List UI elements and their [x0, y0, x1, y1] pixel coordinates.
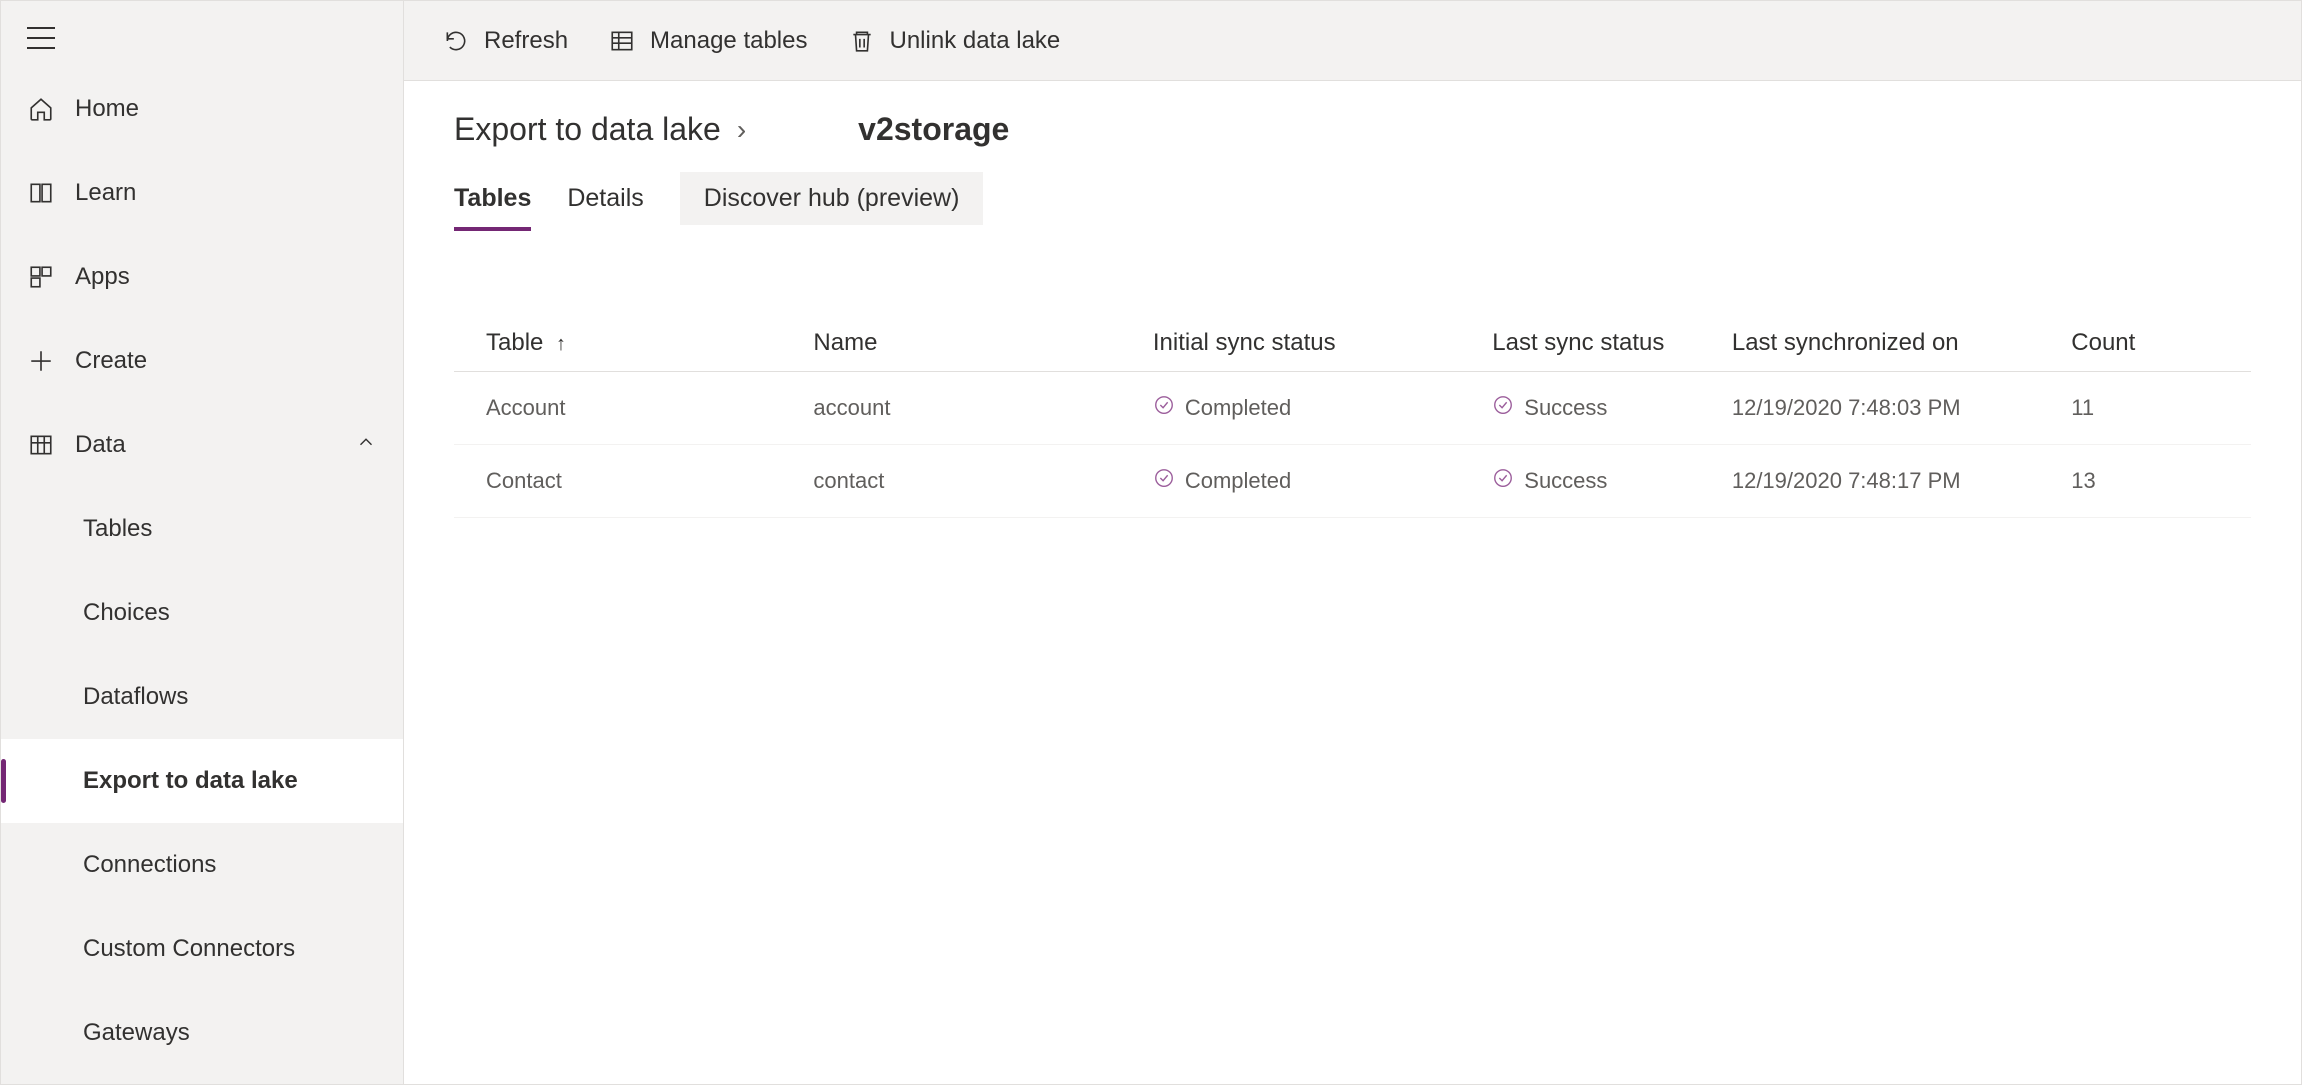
toolbar-label: Refresh	[484, 27, 568, 55]
sidebar-item-apps[interactable]: Apps	[1, 235, 403, 319]
checkmark-circle-icon	[1492, 467, 1514, 495]
trash-icon	[848, 27, 876, 55]
command-bar: Refresh Manage tables Unlink data lake	[404, 1, 2301, 81]
cell-last-sync: Success	[1472, 445, 1712, 518]
sidebar-item-create[interactable]: Create	[1, 319, 403, 403]
tab-discover-hub[interactable]: Discover hub (preview)	[680, 172, 984, 225]
sidebar-subitem-label: Custom Connectors	[83, 935, 295, 963]
cell-table: Contact	[454, 445, 793, 518]
sidebar-subitem-label: Gateways	[83, 1019, 190, 1047]
breadcrumb-current: v2storage	[858, 111, 1009, 148]
breadcrumb-redacted-prefix	[762, 115, 842, 145]
column-header-count[interactable]: Count	[2051, 315, 2251, 372]
column-header-last-synchronized-on[interactable]: Last synchronized on	[1712, 315, 2051, 372]
column-header-last-sync[interactable]: Last sync status	[1472, 315, 1712, 372]
table-icon	[27, 431, 55, 459]
sidebar-subitem-label: Choices	[83, 599, 170, 627]
sidebar-item-home[interactable]: Home	[1, 67, 403, 151]
cell-initial-sync: Completed	[1133, 372, 1472, 445]
cell-last-synced-on: 12/19/2020 7:48:17 PM	[1712, 445, 2051, 518]
column-header-initial-sync[interactable]: Initial sync status	[1133, 315, 1472, 372]
table-row[interactable]: Contact contact Completed	[454, 445, 2251, 518]
unlink-data-lake-button[interactable]: Unlink data lake	[848, 27, 1061, 55]
sidebar-item-label: Learn	[75, 179, 136, 207]
sidebar-subitem-connections[interactable]: Connections	[1, 823, 403, 907]
cell-count: 11	[2051, 372, 2251, 445]
sort-ascending-icon: ↑	[556, 333, 566, 355]
cell-last-synced-on: 12/19/2020 7:48:03 PM	[1712, 372, 2051, 445]
sidebar-item-label: Home	[75, 95, 139, 123]
sidebar-subitem-choices[interactable]: Choices	[1, 571, 403, 655]
tab-list: Tables Details Discover hub (preview)	[454, 172, 2251, 225]
column-header-table[interactable]: Table ↑	[454, 315, 793, 372]
sidebar-subitem-tables[interactable]: Tables	[1, 487, 403, 571]
toolbar-label: Manage tables	[650, 27, 807, 55]
sidebar-subitem-export-to-data-lake[interactable]: Export to data lake	[1, 739, 403, 823]
sidebar-subitem-label: Export to data lake	[83, 767, 298, 795]
sidebar-item-label: Create	[75, 347, 147, 375]
tab-label: Tables	[454, 184, 531, 212]
sidebar: Home Learn Apps Create Data Tables Choic…	[1, 1, 404, 1084]
chevron-up-icon	[355, 431, 377, 460]
refresh-button[interactable]: Refresh	[442, 27, 568, 55]
sidebar-subitem-label: Connections	[83, 851, 216, 879]
cell-initial-sync: Completed	[1133, 445, 1472, 518]
content-area: Export to data lake › v2storage Tables D…	[404, 81, 2301, 1084]
checkmark-circle-icon	[1153, 394, 1175, 422]
table-header-row: Table ↑ Name Initial sync status Last sy…	[454, 315, 2251, 372]
table-row[interactable]: Account account Completed	[454, 372, 2251, 445]
hamburger-menu-button[interactable]	[27, 27, 55, 49]
cell-last-sync: Success	[1472, 372, 1712, 445]
toolbar-label: Unlink data lake	[890, 27, 1061, 55]
checkmark-circle-icon	[1153, 467, 1175, 495]
tab-label: Details	[567, 184, 643, 212]
tab-details[interactable]: Details	[567, 172, 643, 225]
plus-icon	[27, 347, 55, 375]
tab-tables[interactable]: Tables	[454, 172, 531, 225]
sidebar-subitem-custom-connectors[interactable]: Custom Connectors	[1, 907, 403, 991]
tables-grid: Table ↑ Name Initial sync status Last sy…	[454, 315, 2251, 518]
sidebar-item-label: Apps	[75, 263, 130, 291]
sidebar-item-label: Data	[75, 431, 126, 459]
tab-label: Discover hub (preview)	[704, 184, 960, 212]
cell-name: account	[793, 372, 1132, 445]
chevron-right-icon: ›	[737, 114, 746, 146]
table-manage-icon	[608, 27, 636, 55]
cell-count: 13	[2051, 445, 2251, 518]
sidebar-subitem-dataflows[interactable]: Dataflows	[1, 655, 403, 739]
refresh-icon	[442, 27, 470, 55]
cell-table: Account	[454, 372, 793, 445]
breadcrumb-root[interactable]: Export to data lake	[454, 111, 721, 148]
column-header-name[interactable]: Name	[793, 315, 1132, 372]
manage-tables-button[interactable]: Manage tables	[608, 27, 807, 55]
book-icon	[27, 179, 55, 207]
sidebar-item-learn[interactable]: Learn	[1, 151, 403, 235]
cell-name: contact	[793, 445, 1132, 518]
checkmark-circle-icon	[1492, 394, 1514, 422]
sidebar-subitem-label: Dataflows	[83, 683, 188, 711]
sidebar-item-data[interactable]: Data	[1, 403, 403, 487]
sidebar-subitem-label: Tables	[83, 515, 152, 543]
home-icon	[27, 95, 55, 123]
breadcrumb: Export to data lake › v2storage	[454, 111, 2251, 148]
sidebar-subitem-gateways[interactable]: Gateways	[1, 991, 403, 1075]
grid-icon	[27, 263, 55, 291]
main-content: Refresh Manage tables Unlink data lake E…	[404, 1, 2301, 1084]
